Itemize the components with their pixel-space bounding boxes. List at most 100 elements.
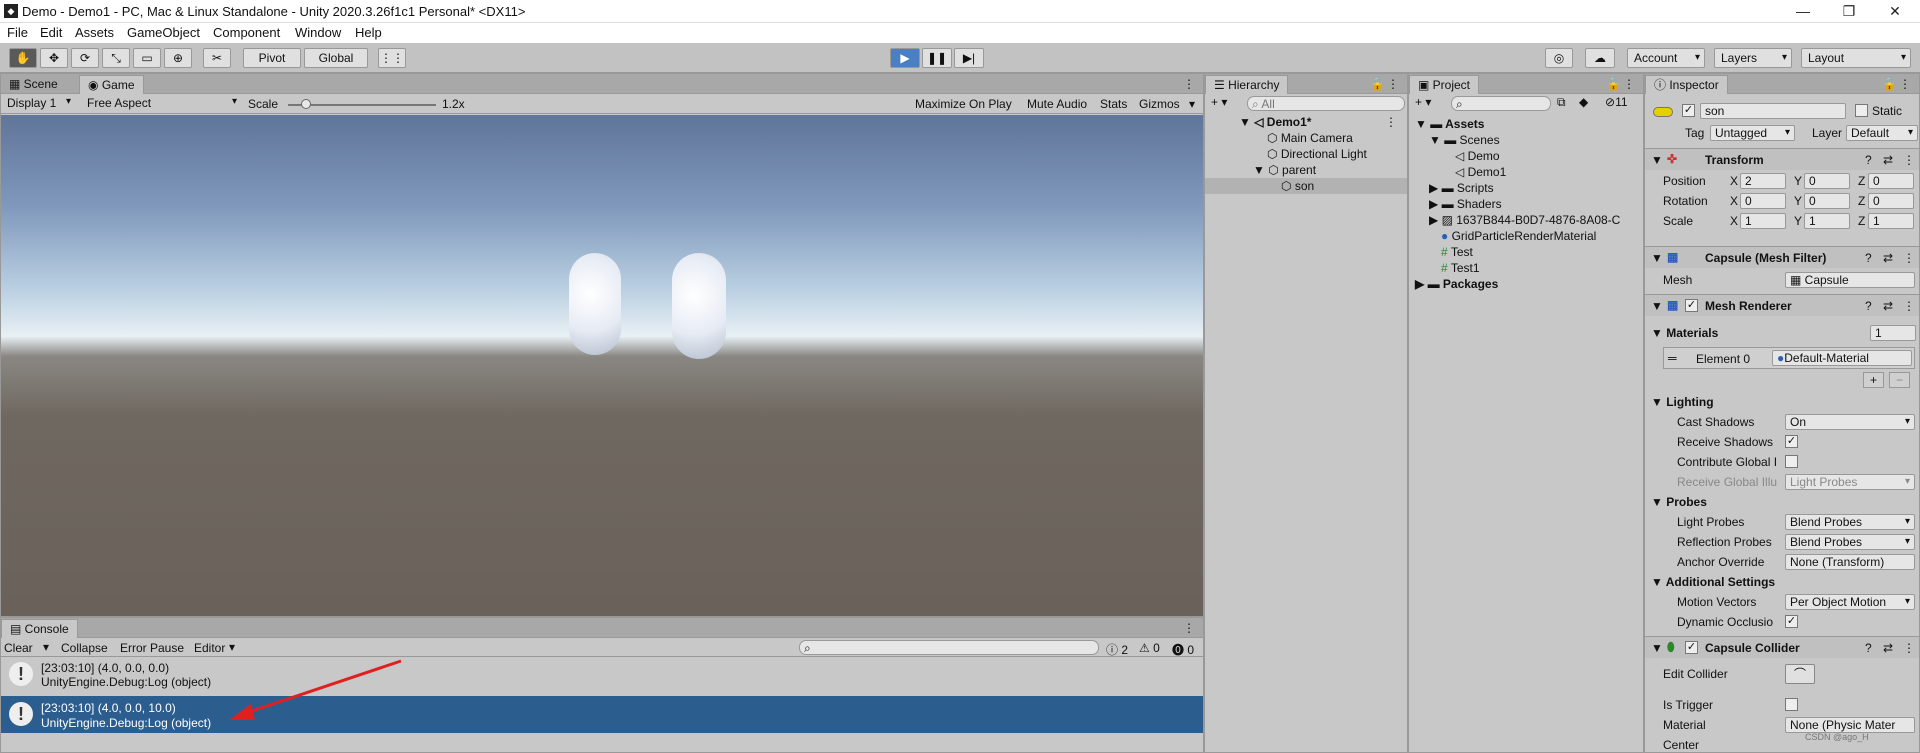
hand-tool-icon[interactable]: ✋ — [9, 48, 37, 68]
log-count[interactable]: ⓘ 2 — [1106, 641, 1128, 658]
scale-tool-icon[interactable]: ⤡ — [102, 48, 130, 68]
game-viewport[interactable] — [1, 115, 1203, 616]
collab-icon[interactable]: ◎ — [1545, 48, 1573, 68]
clear-chevron-down-icon[interactable]: ▾ — [43, 640, 49, 654]
filter-type-icon[interactable]: ⧉ — [1557, 95, 1566, 110]
static-checkbox[interactable] — [1855, 104, 1868, 117]
scale-slider-thumb[interactable] — [301, 99, 311, 109]
preset-icon[interactable]: ⇄ — [1883, 641, 1893, 655]
error-count[interactable]: ⓿ 0 — [1172, 641, 1194, 658]
clear-button[interactable]: Clear — [4, 641, 33, 655]
drag-handle-icon[interactable]: ═ — [1668, 351, 1677, 365]
scale-z-field[interactable]: 1 — [1868, 213, 1914, 229]
cast-shadows-dropdown[interactable]: On — [1785, 414, 1915, 430]
materials-foldout[interactable]: ▼ Materials — [1651, 326, 1718, 340]
editor-chevron-down-icon[interactable]: ▾ — [229, 640, 235, 654]
panel-menu-icon[interactable]: ⋮ — [1183, 77, 1195, 91]
step-button[interactable]: ▶| — [954, 48, 984, 68]
position-y-field[interactable]: 0 — [1804, 173, 1850, 189]
account-dropdown[interactable]: Account — [1627, 48, 1705, 68]
minimize-icon[interactable]: — — [1780, 0, 1826, 23]
aspect-dropdown[interactable]: Free Aspect — [81, 96, 241, 112]
component-menu-icon[interactable]: ⋮ — [1903, 641, 1915, 655]
scale-y-field[interactable]: 1 — [1804, 213, 1850, 229]
script-asset[interactable]: # Test — [1441, 245, 1473, 259]
preset-icon[interactable]: ⇄ — [1883, 299, 1893, 313]
project-search-input[interactable]: ⌕ — [1451, 96, 1551, 111]
help-icon[interactable]: ? — [1865, 299, 1872, 313]
dynamic-occlusion-checkbox[interactable]: ✓ — [1785, 615, 1798, 628]
capsule-collider-header[interactable]: ▼ ⬮ ✓ Capsule Collider ? ⇄ ⋮ — [1645, 636, 1919, 658]
lock-icon[interactable]: 🔒 — [1370, 77, 1385, 91]
console-entry[interactable]: ! [23:03:10] (4.0, 0.0, 0.0) UnityEngine… — [1, 658, 1203, 689]
contribute-gi-checkbox[interactable] — [1785, 455, 1798, 468]
hierarchy-item[interactable]: ⬡ Main Camera — [1267, 131, 1353, 145]
cloud-icon[interactable]: ☁ — [1585, 48, 1615, 68]
help-icon[interactable]: ? — [1865, 251, 1872, 265]
enabled-checkbox[interactable]: ✓ — [1685, 641, 1698, 654]
scene-menu-icon[interactable]: ⋮ — [1385, 115, 1397, 129]
receive-shadows-checkbox[interactable]: ✓ — [1785, 435, 1798, 448]
material-asset[interactable]: ● GridParticleRenderMaterial — [1441, 229, 1596, 243]
menu-gameobject[interactable]: GameObject — [127, 25, 200, 40]
folder-assets[interactable]: ▼ ▬ Assets — [1415, 117, 1484, 131]
menu-window[interactable]: Window — [295, 25, 341, 40]
enabled-checkbox[interactable]: ✓ — [1685, 299, 1698, 312]
editor-dropdown[interactable]: Editor — [194, 641, 225, 655]
collapse-toggle[interactable]: Collapse — [61, 641, 108, 655]
console-search-input[interactable]: ⌕ — [799, 640, 1099, 655]
rotate-tool-icon[interactable]: ⟳ — [71, 48, 99, 68]
physic-material-field[interactable]: None (Physic Mater — [1785, 717, 1915, 733]
component-menu-icon[interactable]: ⋮ — [1903, 153, 1915, 167]
lock-icon[interactable]: 🔒 — [1606, 77, 1621, 91]
help-icon[interactable]: ? — [1865, 641, 1872, 655]
tab-project[interactable]: ▣ Project — [1409, 75, 1480, 94]
gameobject-icon[interactable] — [1653, 107, 1673, 117]
menu-component[interactable]: Component — [213, 25, 280, 40]
global-toggle[interactable]: Global — [304, 48, 368, 68]
component-menu-icon[interactable]: ⋮ — [1903, 251, 1915, 265]
motion-vectors-dropdown[interactable]: Per Object Motion — [1785, 594, 1915, 610]
transform-header[interactable]: ▼ ✜ Transform ? ⇄ ⋮ — [1645, 148, 1919, 170]
scene-asset[interactable]: ◁ Demo1 — [1455, 165, 1506, 179]
edit-collider-button[interactable]: ⌒ — [1785, 664, 1815, 684]
grid-snap-icon[interactable]: ⋮⋮ — [378, 48, 406, 68]
hidden-packages-icon[interactable]: ⊘11 — [1605, 95, 1628, 109]
hierarchy-item-selected[interactable]: ⬡ son — [1205, 178, 1407, 194]
scene-asset[interactable]: ◁ Demo — [1455, 149, 1500, 163]
light-probes-dropdown[interactable]: Blend Probes — [1785, 514, 1915, 530]
tag-dropdown[interactable]: Untagged — [1710, 125, 1795, 141]
panel-menu-icon[interactable]: ⋮ — [1623, 77, 1635, 91]
rotation-y-field[interactable]: 0 — [1804, 193, 1850, 209]
mesh-field[interactable]: ▦ Capsule — [1785, 272, 1915, 288]
scene-root-item[interactable]: ▼ ◁ Demo1* — [1239, 115, 1311, 129]
folder-shaders[interactable]: ▶ ▬ Shaders — [1429, 197, 1502, 211]
create-button[interactable]: + ▾ — [1211, 95, 1227, 109]
menu-edit[interactable]: Edit — [40, 25, 62, 40]
create-button[interactable]: + ▾ — [1415, 95, 1431, 109]
position-x-field[interactable]: 2 — [1740, 173, 1786, 189]
menu-help[interactable]: Help — [355, 25, 382, 40]
reflection-probes-dropdown[interactable]: Blend Probes — [1785, 534, 1915, 550]
tab-hierarchy[interactable]: ☰ Hierarchy — [1205, 75, 1289, 94]
folder-scripts[interactable]: ▶ ▬ Scripts — [1429, 181, 1494, 195]
component-menu-icon[interactable]: ⋮ — [1903, 299, 1915, 313]
tab-scene[interactable]: ▦ Scene — [1, 75, 66, 94]
display-dropdown[interactable]: Display 1 — [1, 96, 75, 112]
rect-tool-icon[interactable]: ▭ — [133, 48, 161, 68]
hierarchy-item[interactable]: ⬡ Directional Light — [1267, 147, 1367, 161]
stats-toggle[interactable]: Stats — [1100, 97, 1127, 111]
tab-console[interactable]: ▤ Console — [1, 619, 78, 638]
layer-dropdown[interactable]: Default — [1846, 125, 1918, 141]
preset-icon[interactable]: ⇄ — [1883, 153, 1893, 167]
move-tool-icon[interactable]: ✥ — [40, 48, 68, 68]
layout-dropdown[interactable]: Layout — [1801, 48, 1911, 68]
menu-file[interactable]: File — [7, 25, 28, 40]
scale-x-field[interactable]: 1 — [1740, 213, 1786, 229]
probes-foldout[interactable]: ▼ Probes — [1651, 495, 1707, 509]
preset-icon[interactable]: ⇄ — [1883, 251, 1893, 265]
help-icon[interactable]: ? — [1865, 153, 1872, 167]
transform-tool-icon[interactable]: ⊕ — [164, 48, 192, 68]
error-pause-toggle[interactable]: Error Pause — [120, 641, 184, 655]
pivot-toggle[interactable]: Pivot — [243, 48, 301, 68]
